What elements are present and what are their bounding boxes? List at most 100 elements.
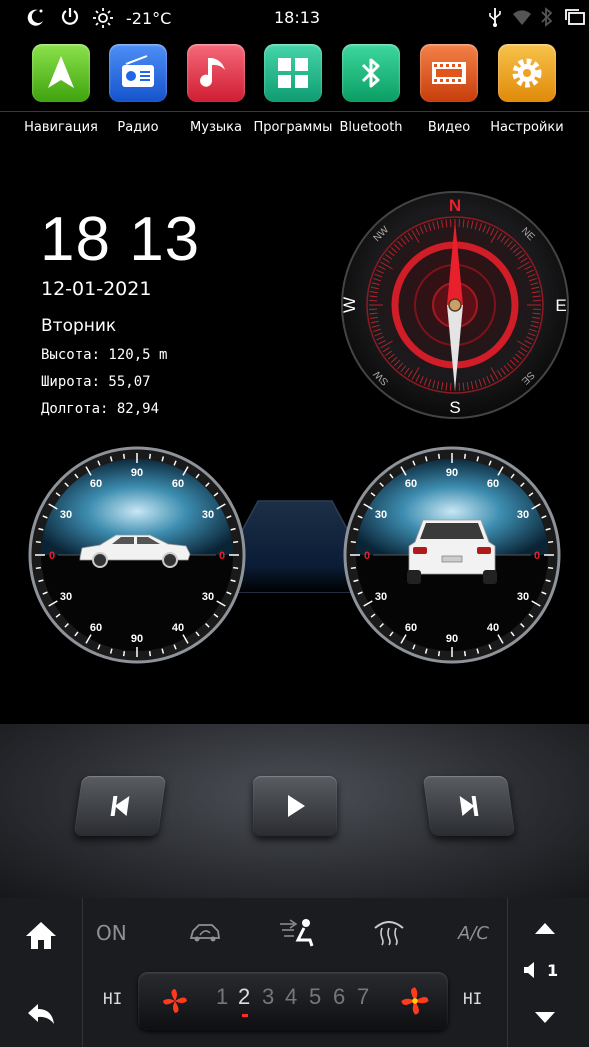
tick-label: 40 [487,622,499,634]
fan-level-6[interactable]: 6 [333,984,345,1010]
tick-label: 30 [517,591,529,603]
app-label-music: Музыка [190,120,242,135]
app-settings[interactable] [498,44,556,102]
play-button[interactable] [253,776,337,836]
compass-w: W [340,297,359,313]
weekday-label: Вторник [41,316,117,336]
pitch-inclinometer: 90 60 60 30 30 0 0 30 30 60 40 90 [28,446,246,664]
tick-label: 90 [446,633,458,645]
night-mode-icon[interactable] [24,6,46,32]
home-button[interactable] [24,918,58,952]
fan-level-7[interactable]: 7 [357,984,369,1010]
altitude-label: Высота: 120,5 m [41,347,168,363]
fan-level-4[interactable]: 4 [285,984,297,1010]
tick-label: 90 [131,467,143,479]
prev-icon [110,796,130,816]
fan-left-icon[interactable] [160,986,190,1016]
music-icon [200,58,225,87]
defrost-icon [374,921,404,946]
prev-track-button[interactable] [73,776,167,836]
app-label-settings: Настройки [490,120,564,135]
ac-button[interactable]: A/C [458,923,489,944]
compass-s: S [449,398,460,417]
fan-right-icon[interactable] [398,984,432,1018]
radio-icon [122,55,154,87]
divider [507,898,508,1047]
app-music[interactable] [187,44,245,102]
back-icon [28,1004,54,1024]
tick-label: 60 [487,478,499,490]
app-label-radio: Радио [117,120,159,135]
gauge-tick [350,540,356,544]
temp-left-hi[interactable]: HI [103,989,122,1008]
recent-apps-icon[interactable] [564,8,586,30]
divider [82,898,83,1047]
climate-control-bar: ON A/C HI HI 1 2 3 4 5 6 7 1 [0,898,589,1047]
brightness-icon[interactable] [92,7,114,33]
gauge-tick [233,540,239,544]
tick-label: 30 [375,509,387,521]
app-navigation[interactable] [32,44,90,102]
wifi-icon [512,8,532,30]
volume-down-button[interactable] [534,1010,556,1029]
app-label-video: Видео [427,120,471,135]
app-label-programs: Программы [253,120,333,135]
navigation-icon [48,56,74,88]
app-label-bluetooth: Bluetooth [339,120,403,135]
volume-up-button[interactable] [534,920,556,939]
fan-speed-control: 1 2 3 4 5 6 7 [138,972,448,1030]
app-label-navigation: Навигация [24,120,98,135]
back-button[interactable] [24,996,58,1030]
chevron-down-icon [535,1012,555,1023]
status-time: 18:13 [274,8,321,27]
speaker-icon [523,961,535,983]
tick-label: 30 [517,509,529,521]
bluetooth-icon [540,6,554,32]
app-bluetooth[interactable] [342,44,400,102]
app-video[interactable] [420,44,478,102]
gauge-tick [463,453,467,459]
tick-label: 40 [172,622,184,634]
app-programs[interactable] [264,44,322,102]
longitude-label: Долгота: 82,94 [41,401,160,417]
gauge-tick [437,453,441,459]
date-label: 12-01-2021 [41,278,152,300]
tick-label: 60 [172,478,184,490]
gauge-tick [437,651,441,657]
roll-inclinometer: 90 60 60 30 30 0 0 30 30 60 40 90 [343,446,561,664]
tick-label: 30 [375,591,387,603]
chevron-up-icon [535,923,555,934]
compass-e: E [555,296,566,315]
gauge-tick [148,453,152,459]
power-icon[interactable] [60,6,80,32]
divider [0,111,589,112]
airflow-mode-button[interactable] [276,916,318,954]
temp-right-hi[interactable]: HI [463,989,482,1008]
gauge-connector [230,500,360,593]
climate-on-button[interactable]: ON [96,921,127,945]
tick-label-zero: 0 [364,550,370,562]
tick-label: 30 [60,509,72,521]
fan-level-3[interactable]: 3 [262,984,274,1010]
gauge-tick [463,651,467,657]
tick-label: 90 [446,467,458,479]
tick-label-zero: 0 [49,550,55,562]
big-clock: 18 13 [40,205,201,274]
app-radio[interactable] [109,44,167,102]
gear-icon [512,58,542,88]
defrost-button[interactable] [372,918,406,950]
compass: N S E W NE NW SE SW [340,191,569,419]
tick-label: 90 [131,633,143,645]
gauge-tick [233,566,239,570]
temperature: -21°C [126,9,172,28]
gauge-tick [548,540,554,544]
recirculation-button[interactable] [188,920,222,950]
gauge-tick [548,566,554,570]
next-track-button[interactable] [422,776,516,836]
fan-level-2[interactable]: 2 [238,984,250,1010]
fan-level-1[interactable]: 1 [216,984,228,1010]
seat-airflow-icon [280,919,314,947]
tick-label: 60 [405,622,417,634]
gauge-tick [148,651,152,657]
fan-level-5[interactable]: 5 [309,984,321,1010]
